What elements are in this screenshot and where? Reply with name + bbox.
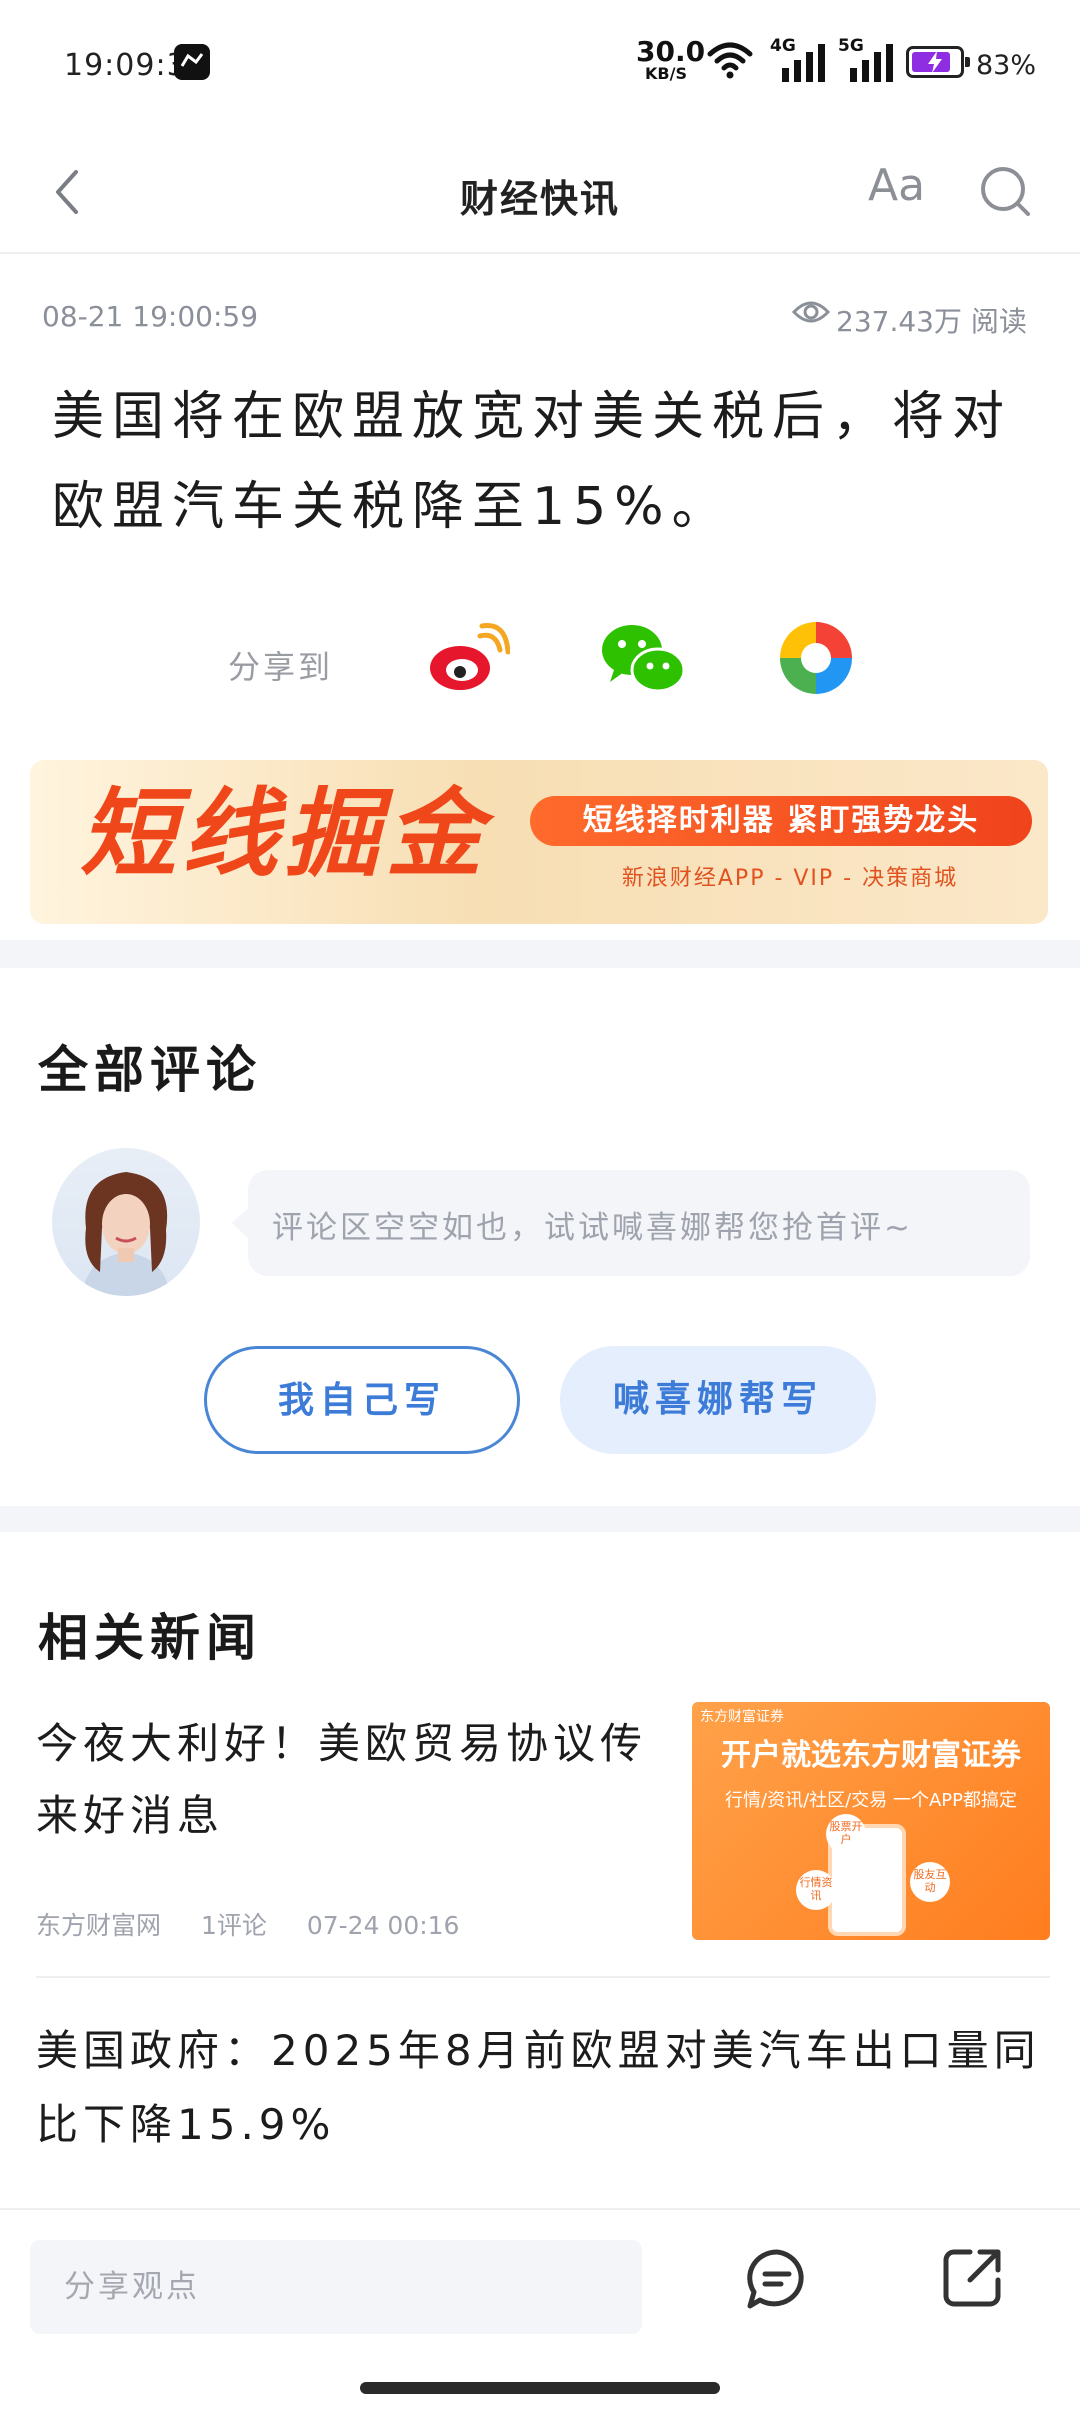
share-opinion-input[interactable] — [30, 2240, 642, 2334]
ai-write-comment-button[interactable]: 喊喜娜帮写 — [560, 1346, 876, 1454]
top-nav-bar: 财经快讯 Aa — [0, 130, 1080, 254]
comment-prompt-text: 评论区空空如也，试试喊喜娜帮您抢首评~ — [272, 1210, 913, 1246]
battery-charging-icon — [906, 46, 970, 78]
search-icon[interactable] — [978, 164, 1034, 220]
section-divider — [0, 940, 1080, 968]
share-out-icon[interactable] — [940, 2246, 1004, 2310]
list-item[interactable]: 今夜大利好！美欧贸易协议传来好消息 东方财富网 1评论 07-24 00:16 … — [0, 1690, 1080, 1970]
banner-headline: 短线掘金 — [80, 778, 488, 890]
comments-title: 全部评论 — [38, 1041, 262, 1099]
news-title: 今夜大利好！美欧贸易协议传来好消息 — [36, 1719, 648, 1840]
wifi-icon — [707, 42, 753, 79]
news-source: 东方财富网 — [36, 1911, 162, 1940]
weibo-icon[interactable] — [426, 622, 510, 694]
wechat-icon[interactable] — [600, 622, 686, 696]
battery-percent: 83% — [976, 50, 1037, 81]
section-divider — [0, 1506, 1080, 1532]
app-notification-icon — [174, 44, 210, 80]
list-item[interactable]: 美国政府：2025年8月前欧盟对美汽车出口量同比下降15.9% — [36, 2014, 1046, 2162]
news-thumbnail: 东方财富证券 开户就选东方财富证券 行情/资讯/社区/交易 一个APP都搞定 股… — [692, 1702, 1050, 1940]
news-meta: 东方财富网 1评论 07-24 00:16 — [36, 1906, 491, 1942]
network-speed: 30.0 KB/S — [636, 35, 706, 83]
home-indicator[interactable] — [360, 2382, 720, 2394]
status-bar: 19:09:37 30.0 KB/S 4G 5G 83% — [0, 0, 1080, 130]
signal-4g-icon: 4G — [770, 36, 830, 82]
banner-slogan: 短线择时利器 紧盯强势龙头 — [530, 796, 1032, 846]
share-label: 分享到 — [228, 648, 334, 686]
signal-5g-icon: 5G — [838, 36, 898, 82]
article-date: 08-21 19:00:59 — [42, 300, 259, 333]
news-comment-count: 1评论 — [200, 1911, 267, 1940]
bottom-bar — [0, 2208, 1080, 2416]
comment-icon[interactable] — [744, 2246, 810, 2312]
banner-subtitle: 新浪财经APP - VIP - 决策商城 — [621, 866, 959, 891]
write-comment-button[interactable]: 我自己写 — [204, 1346, 520, 1454]
article-headline: 美国将在欧盟放宽对美关税后，将对欧盟汽车关税降至15%。 — [52, 387, 1013, 537]
comment-prompt-bubble[interactable]: 评论区空空如也，试试喊喜娜帮您抢首评~ — [232, 1170, 1030, 1276]
font-size-button[interactable]: Aa — [868, 160, 925, 211]
moments-icon[interactable] — [776, 618, 856, 698]
news-time: 07-24 00:16 — [306, 1911, 460, 1940]
avatar — [52, 1148, 200, 1296]
news-divider — [36, 1976, 1050, 1978]
related-news-title: 相关新闻 — [38, 1609, 262, 1667]
read-count: 237.43万 阅读 — [836, 305, 1027, 338]
ad-banner[interactable]: 短线掘金 短线择时利器 紧盯强势龙头 新浪财经APP - VIP - 决策商城 — [30, 760, 1048, 924]
eye-icon — [792, 301, 830, 323]
